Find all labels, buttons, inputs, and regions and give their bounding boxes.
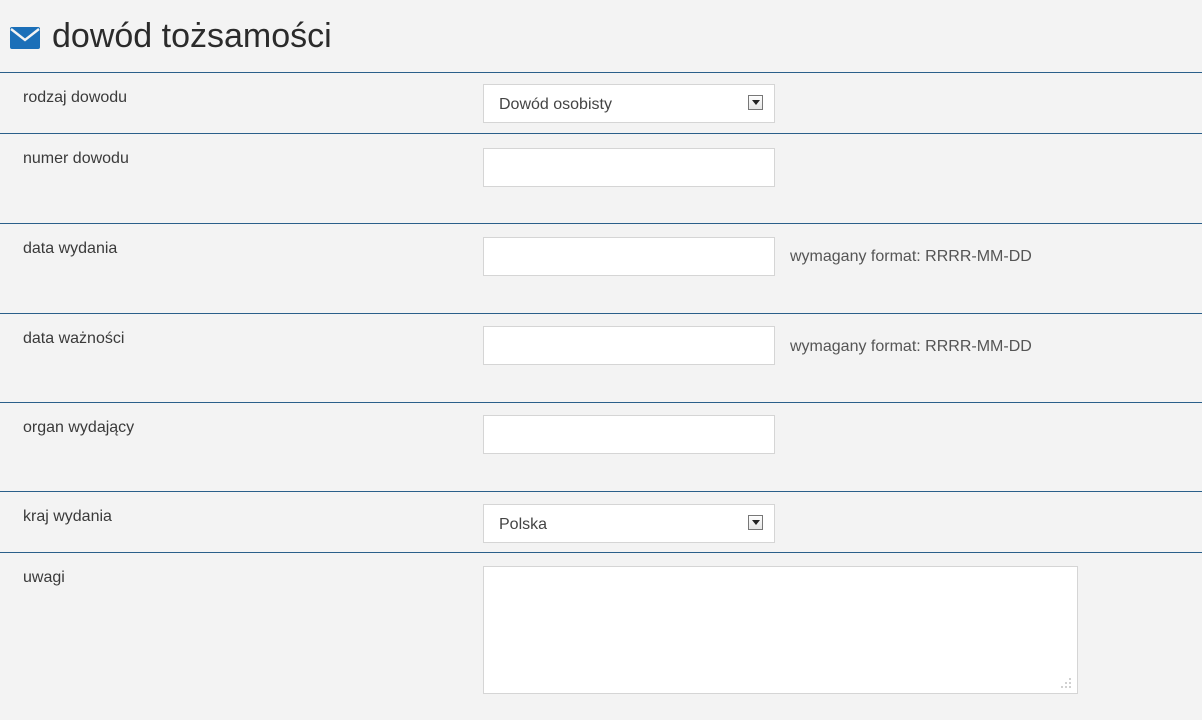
issuing-authority-input[interactable] [483, 415, 775, 454]
expiry-date-format-hint: wymagany format: RRRR-MM-DD [790, 338, 1032, 355]
expiry-date-input[interactable] [483, 326, 775, 365]
issuing-country-select[interactable]: Polska [483, 504, 775, 543]
issuing-country-label: kraj wydania [23, 508, 112, 525]
issue-date-label: data wydania [23, 240, 118, 257]
issuing-authority-label: organ wydający [23, 419, 135, 436]
issue-date-input[interactable] [483, 237, 775, 276]
row-issuing-authority: organ wydający [0, 403, 1202, 492]
document-number-input[interactable] [483, 148, 775, 187]
row-issue-date: data wydania wymagany format: RRRR-MM-DD [0, 224, 1202, 314]
resize-grip-icon[interactable] [1061, 678, 1071, 688]
document-number-label: numer dowodu [23, 150, 129, 167]
notes-textarea[interactable] [483, 566, 1078, 694]
document-type-label: rodzaj dowodu [23, 89, 128, 106]
identity-document-form: dowód tożsamości rodzaj dowodu Dowód oso… [0, 0, 1202, 720]
issue-date-format-hint: wymagany format: RRRR-MM-DD [790, 248, 1032, 265]
chevron-down-icon[interactable] [748, 515, 763, 530]
row-document-number: numer dowodu [0, 134, 1202, 224]
document-type-value: Dowód osobisty [499, 96, 612, 113]
section-header: dowód tożsamości [0, 0, 1202, 73]
row-notes: uwagi [0, 553, 1202, 720]
chevron-down-icon[interactable] [748, 95, 763, 110]
notes-label: uwagi [23, 569, 65, 586]
issuing-country-value: Polska [499, 516, 548, 533]
page-title: dowód tożsamości [52, 17, 332, 55]
expiry-date-label: data ważności [23, 330, 125, 347]
row-document-type: rodzaj dowodu Dowód osobisty [0, 73, 1202, 134]
row-issuing-country: kraj wydania Polska [0, 492, 1202, 553]
document-type-select[interactable]: Dowód osobisty [483, 84, 775, 123]
row-expiry-date: data ważności wymagany format: RRRR-MM-D… [0, 314, 1202, 403]
envelope-icon [10, 27, 40, 49]
